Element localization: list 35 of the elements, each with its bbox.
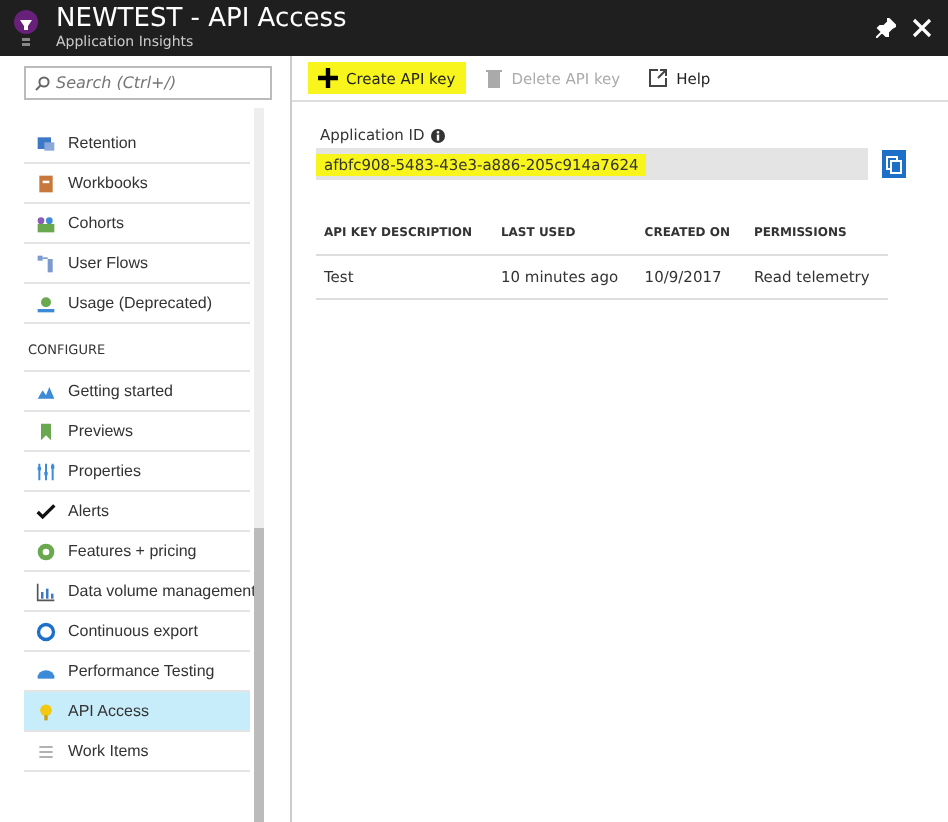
bulb-icon (36, 701, 56, 721)
sidebar-item[interactable]: Getting started (24, 372, 250, 412)
people-icon (36, 213, 56, 233)
sidebar-item[interactable]: Cohorts (24, 204, 250, 244)
bookmark-icon (36, 421, 56, 441)
sidebar-item[interactable]: Previews (24, 412, 250, 452)
sidebar-item[interactable]: User Flows (24, 244, 250, 284)
close-icon[interactable] (912, 18, 932, 38)
sidebar-item[interactable]: Work Items (24, 732, 250, 772)
search-field[interactable]: Search (Ctrl+/) (24, 66, 272, 100)
pin-icon[interactable] (876, 18, 896, 38)
scrollbar-thumb[interactable] (254, 528, 264, 822)
sidebar-item[interactable]: Features + pricing (24, 532, 250, 572)
copy-button[interactable] (882, 150, 906, 178)
sidebar-item[interactable]: Alerts (24, 492, 250, 532)
bulb-icon (12, 10, 40, 46)
sidebar-item[interactable]: Retention (24, 124, 250, 164)
info-icon (430, 127, 447, 143)
circle-icon (36, 541, 56, 561)
sidebar-item[interactable]: Usage (Deprecated) (24, 284, 250, 324)
checkmark-icon (36, 501, 56, 521)
plus-icon (318, 68, 338, 88)
external-link-icon (648, 68, 669, 88)
sliders-icon (36, 461, 56, 481)
bar-chart-icon (36, 581, 56, 601)
book-icon (36, 173, 56, 193)
sidebar-item[interactable]: Continuous export (24, 612, 250, 652)
list-icon (36, 741, 56, 761)
trash-icon (483, 68, 504, 88)
sidebar-item[interactable]: Properties (24, 452, 250, 492)
sidebar-item[interactable]: Data volume management (24, 572, 250, 612)
sidebar-item[interactable]: API Access (24, 692, 250, 732)
copy-icon (886, 155, 902, 173)
sidebar-item[interactable]: Workbooks (24, 164, 250, 204)
window-title: NEWTEST - API Access (56, 4, 349, 34)
